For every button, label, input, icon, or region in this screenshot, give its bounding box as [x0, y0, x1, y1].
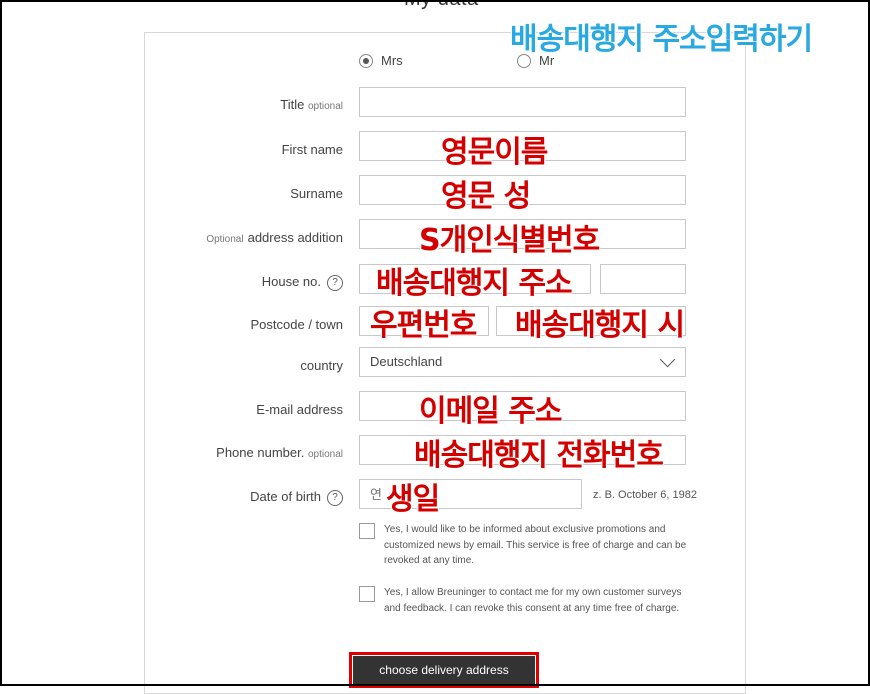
annotation-town: 배송대행지 시	[515, 308, 685, 343]
annotation-dob: 생일	[386, 482, 440, 517]
annotation-email: 이메일 주소	[419, 394, 562, 429]
radio-selected-dot	[363, 57, 369, 64]
dob-label: Date of birth?	[250, 489, 343, 506]
annotation-phone: 배송대행지 전화번호	[414, 438, 664, 473]
title-input[interactable]	[359, 87, 686, 117]
dob-label-text: Date of birth	[250, 489, 321, 504]
country-label: country	[300, 358, 343, 373]
house-no-label: House no.?	[262, 274, 343, 291]
annotation-title: 배송대행지 주소입력하기	[510, 22, 813, 57]
radio-mr[interactable]: Mr	[517, 53, 554, 68]
address-addition-label: Optional address addition	[206, 230, 343, 245]
consent-surveys-text: Yes, I allow Breuninger to contact me fo…	[384, 587, 682, 614]
first-name-label: First name	[281, 142, 343, 157]
radio-mr-label: Mr	[539, 53, 555, 68]
house-no-input[interactable]	[600, 264, 686, 294]
annotation-street: 배송대행지 주소	[376, 266, 573, 301]
title-optional-tag: optional	[307, 101, 343, 112]
help-icon[interactable]: ?	[327, 274, 343, 291]
address-addition-label-text: address addition	[247, 230, 343, 245]
email-label: E-mail address	[256, 402, 343, 417]
consent-newsletter-checkbox[interactable]	[359, 523, 375, 539]
country-selected-value: Deutschland	[370, 354, 443, 369]
surname-label: Surname	[290, 186, 343, 201]
dob-hint: z. B. October 6, 1982	[593, 489, 697, 501]
help-icon[interactable]: ?	[327, 489, 343, 506]
title-label-text: Title	[280, 97, 305, 112]
consent-newsletter-text: Yes, I would like to be informed about e…	[384, 524, 687, 566]
annotation-surname: 영문 성	[441, 179, 531, 214]
radio-mrs-label: Mrs	[381, 53, 403, 68]
phone-label: Phone number. optional	[216, 445, 343, 460]
phone-label-text: Phone number.	[216, 445, 305, 460]
radio-mr-control[interactable]	[517, 53, 531, 68]
annotation-first-name: 영문이름	[441, 135, 548, 170]
phone-optional-tag: optional	[307, 449, 343, 460]
annotation-address-addition: S개인식별번호	[419, 223, 600, 258]
house-no-label-text: House no.	[261, 274, 321, 289]
annotation-postcode: 우편번호	[370, 308, 477, 343]
consent-surveys-checkbox[interactable]	[359, 586, 375, 602]
country-select[interactable]: Deutschland	[359, 347, 686, 377]
page-title: My data	[404, 0, 479, 11]
radio-mrs[interactable]: Mrs	[359, 53, 403, 68]
title-label: Title optional	[280, 97, 343, 112]
address-addition-optional-tag: Optional	[206, 234, 244, 245]
choose-delivery-address-button[interactable]: choose delivery address	[353, 656, 535, 684]
chevron-down-icon	[659, 351, 676, 367]
radio-mrs-control[interactable]	[359, 53, 373, 68]
postcode-town-label: Postcode / town	[250, 317, 344, 332]
